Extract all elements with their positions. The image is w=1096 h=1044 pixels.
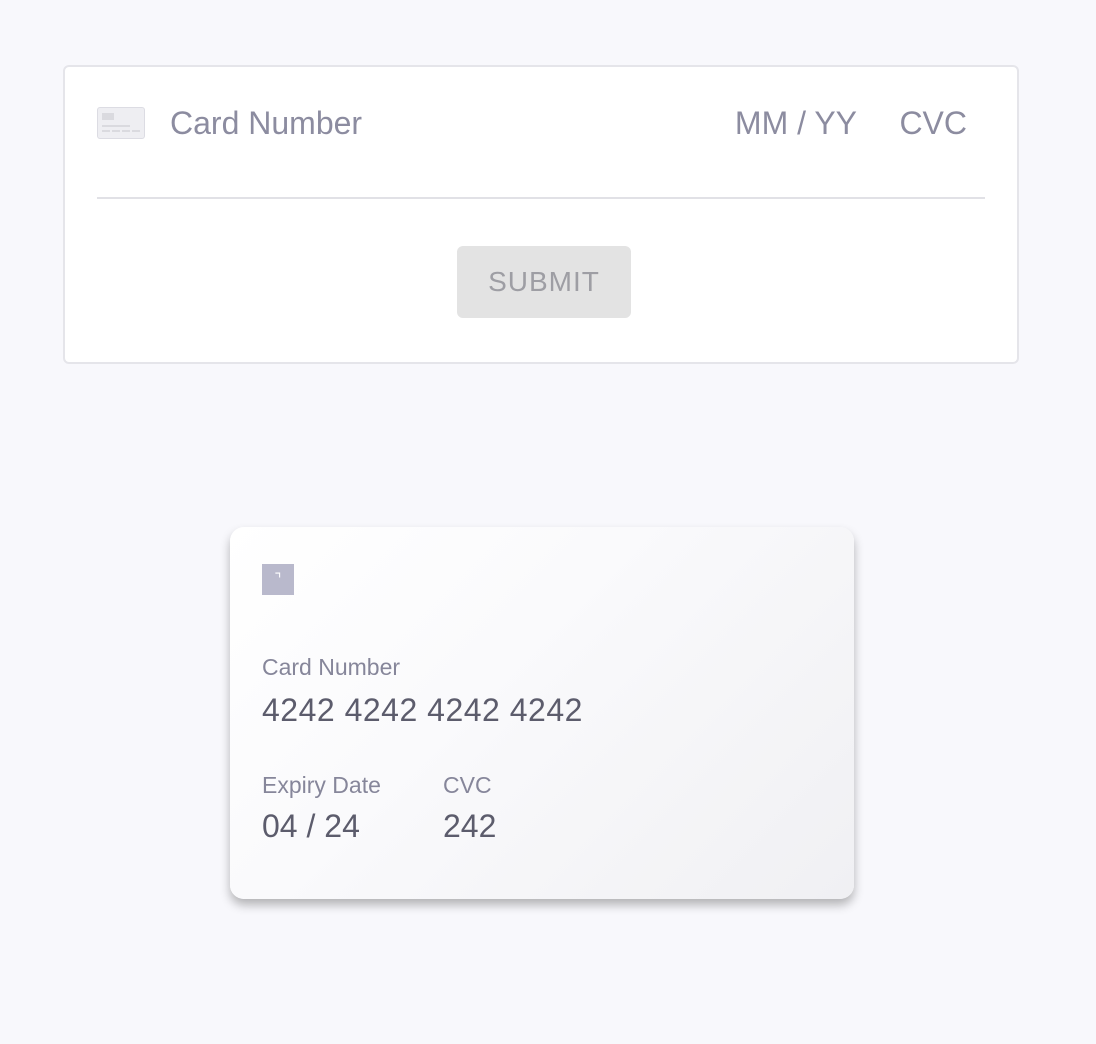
preview-expiry-label: Expiry Date xyxy=(262,772,381,798)
cvc-input[interactable]: CVC xyxy=(899,105,967,141)
expiry-input[interactable]: MM / YY xyxy=(735,105,857,141)
credit-card-icon xyxy=(97,107,145,139)
preview-cvc-value: 242 xyxy=(443,808,497,844)
preview-card-number-value: 4242 4242 4242 4242 xyxy=(262,692,583,728)
card-brand-icon: ⌝ xyxy=(262,564,294,595)
preview-expiry-value: 04 / 24 xyxy=(262,808,360,844)
card-number-input[interactable]: Card Number xyxy=(170,105,362,141)
card-preview: ⌝ Card Number 4242 4242 4242 4242 Expiry… xyxy=(230,527,854,899)
card-input-row[interactable]: Card Number MM / YY CVC xyxy=(97,67,985,199)
payment-form: Card Number MM / YY CVC SUBMIT xyxy=(63,65,1019,364)
submit-button[interactable]: SUBMIT xyxy=(457,246,631,318)
preview-cvc-label: CVC xyxy=(443,772,492,798)
preview-card-number-label: Card Number xyxy=(262,654,401,680)
